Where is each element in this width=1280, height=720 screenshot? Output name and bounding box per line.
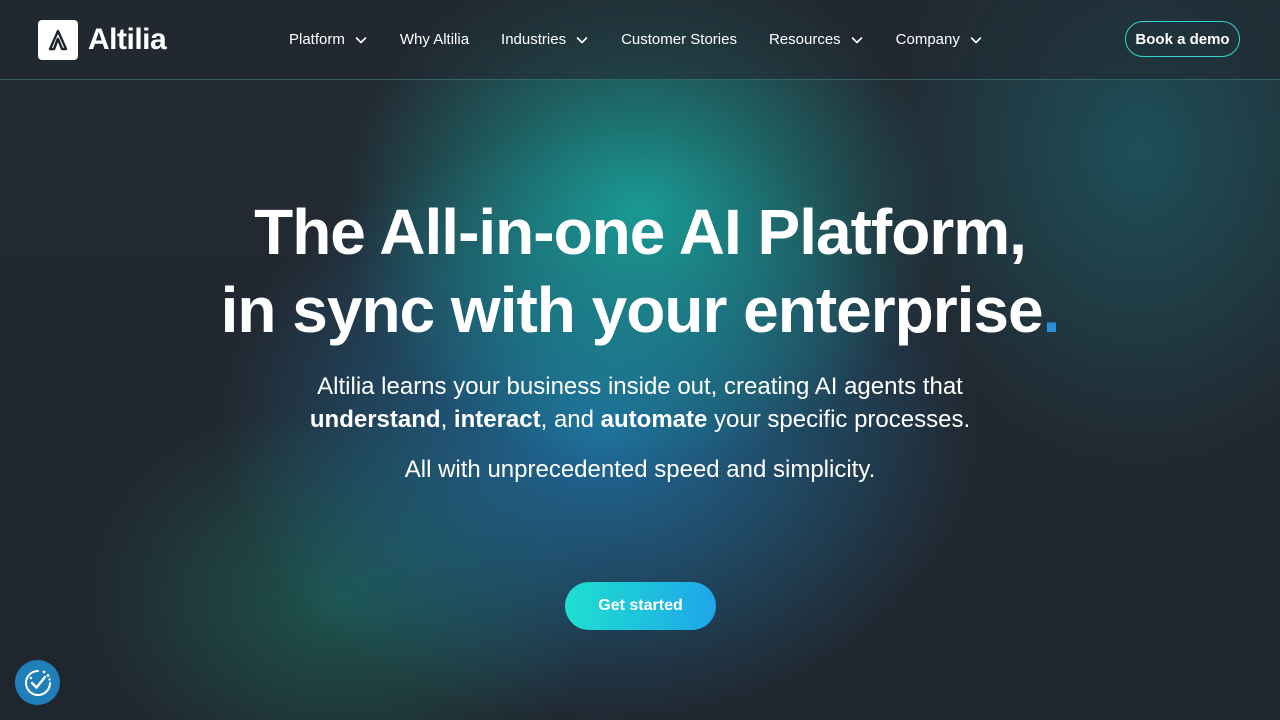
hero-subtitle: Altilia learns your business inside out,… — [0, 370, 1280, 436]
chevron-down-icon — [851, 36, 862, 43]
site-header: Altilia Platform Why Altilia Industries … — [0, 0, 1280, 80]
hero-subtitle-sep1: , — [440, 406, 454, 433]
nav-item-platform[interactable]: Platform — [289, 31, 368, 48]
chevron-down-icon — [970, 36, 982, 43]
hero-subtitle-intro: Altilia learns your business inside out,… — [317, 373, 963, 400]
hero-keyword-interact: interact — [453, 406, 541, 433]
chevron-down-icon — [355, 36, 367, 43]
hero-title-dot: . — [1042, 274, 1061, 346]
nav-item-label: Industries — [501, 31, 567, 48]
nav-item-label: Company — [895, 31, 960, 48]
hero-subtitle-sep2: , and — [540, 406, 601, 433]
hero-title-line2: in sync with your enterprise — [220, 274, 1044, 346]
nav-item-resources[interactable]: Resources — [769, 31, 864, 48]
cookie-consent-button[interactable] — [15, 660, 60, 705]
nav-item-company[interactable]: Company — [896, 31, 983, 48]
nav-item-label: Why Altilia — [399, 31, 470, 48]
page: Altilia Platform Why Altilia Industries … — [0, 0, 1280, 720]
nav-item-label: Resources — [768, 31, 841, 48]
nav-item-label: Platform — [289, 31, 345, 48]
logo-text: Altilia — [88, 23, 167, 56]
nav-item-label: Customer Stories — [621, 31, 737, 48]
hero-keyword-automate: automate — [600, 406, 708, 433]
nav-item-why-altilia[interactable]: Why Altilia — [400, 31, 469, 48]
nav-item-customer-stories[interactable]: Customer Stories — [621, 31, 737, 48]
hero-title: The All-in-one AI Platform, in sync with… — [0, 193, 1280, 349]
cookie-consent-icon — [24, 669, 51, 696]
nav-item-industries[interactable]: Industries — [501, 31, 589, 48]
logo-link[interactable]: Altilia — [38, 20, 167, 60]
hero-tagline: All with unprecedented speed and simplic… — [404, 456, 876, 483]
hero-title-line1: The All-in-one AI Platform, — [254, 196, 1027, 268]
hero-keyword-understand: understand — [309, 406, 441, 433]
chevron-down-icon — [576, 36, 588, 43]
book-demo-button[interactable]: Book a demo — [1125, 21, 1240, 57]
hero-subtitle-outro: your specific processes. — [707, 406, 971, 433]
get-started-button[interactable]: Get started — [565, 582, 716, 630]
main-nav: Platform Why Altilia Industries Customer… — [289, 0, 1015, 79]
altilia-logo-icon — [38, 20, 78, 60]
